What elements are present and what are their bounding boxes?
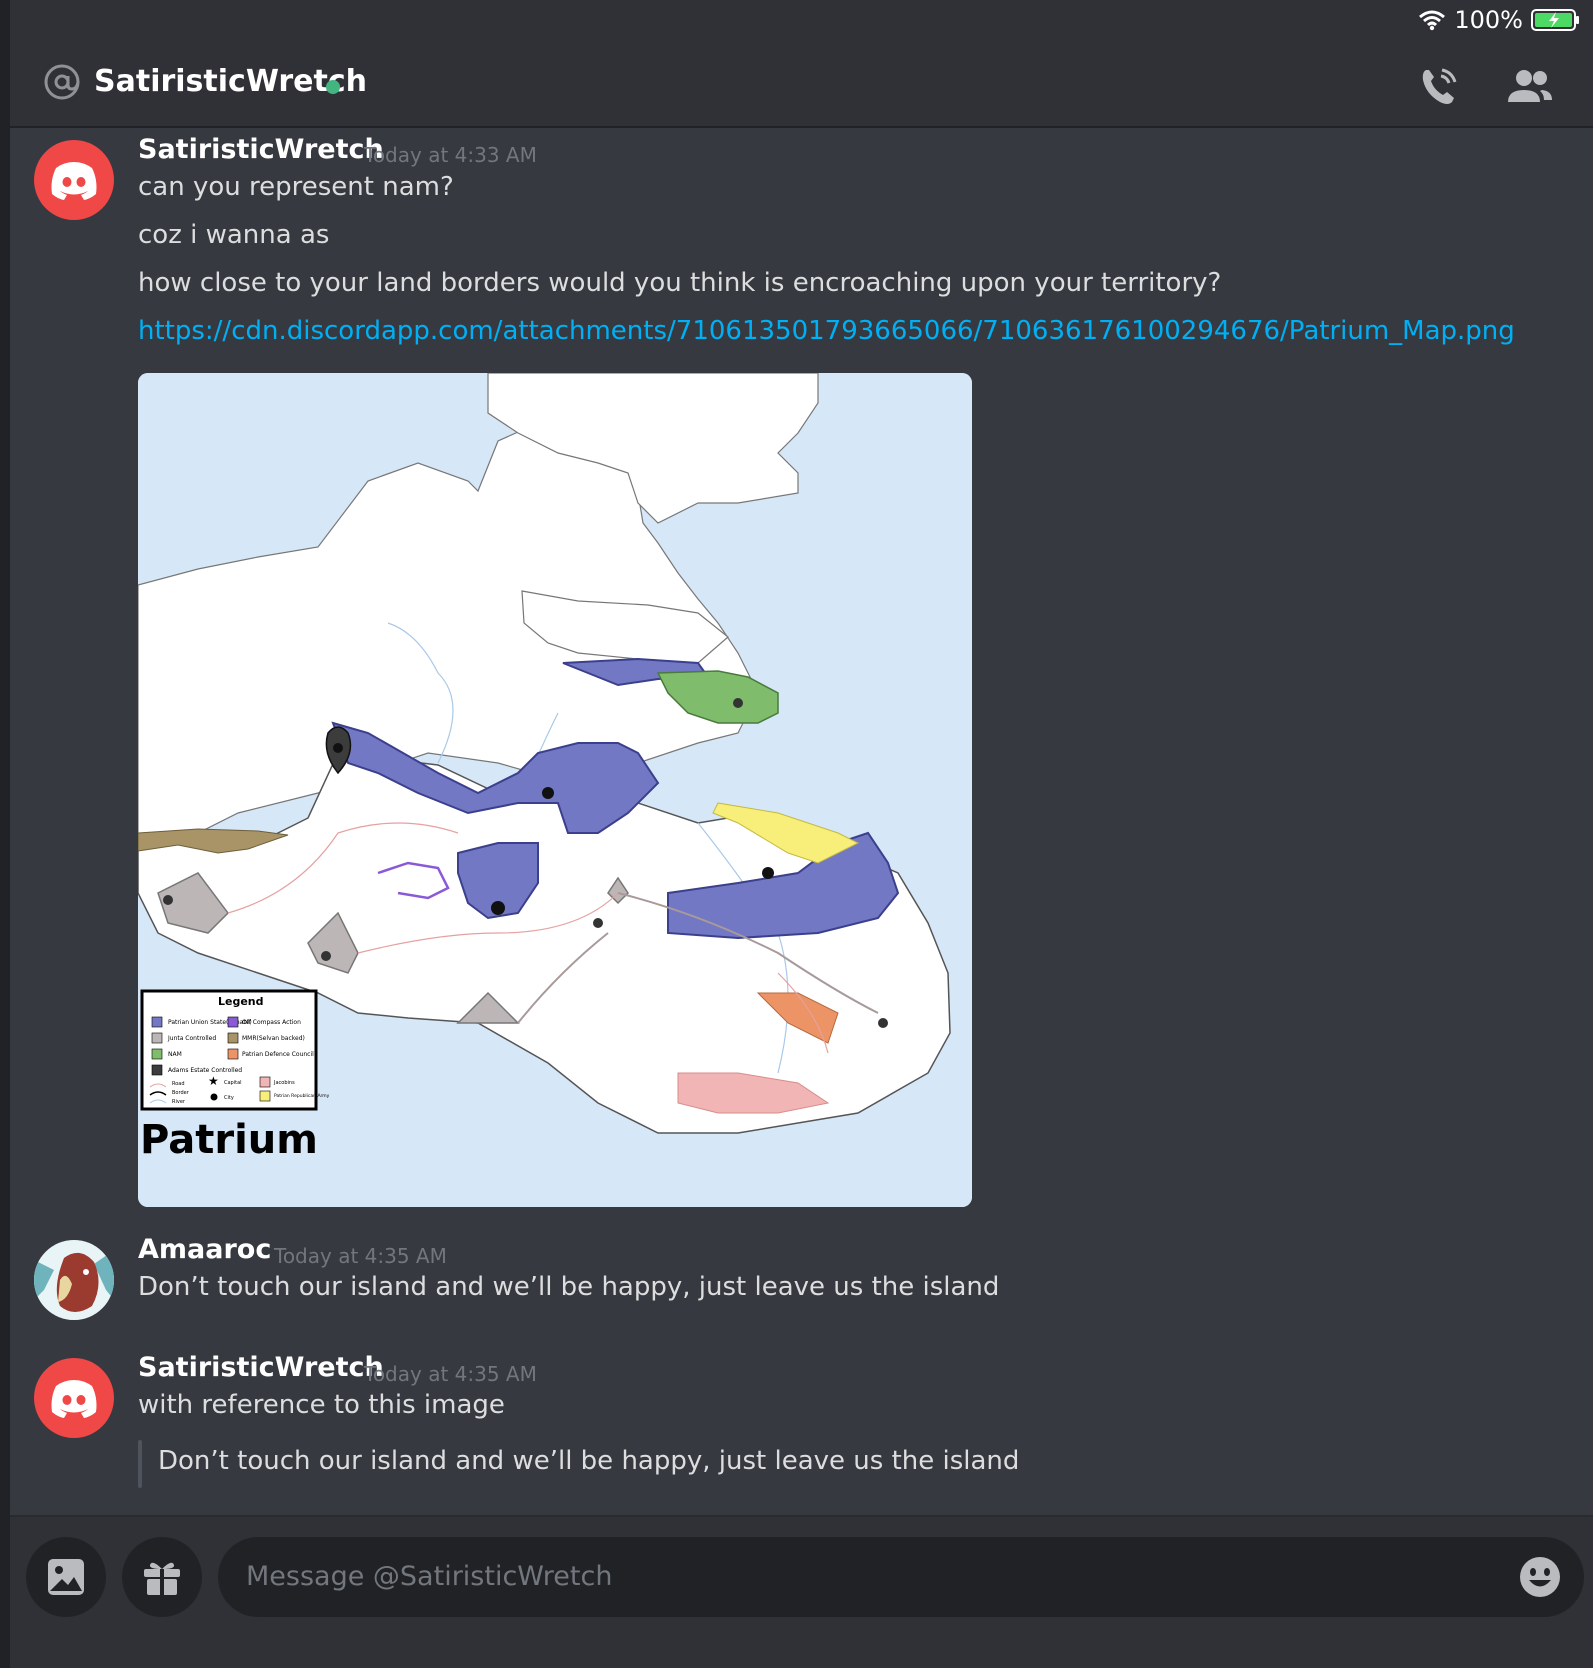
attachment-link[interactable]: https://cdn.discordapp.com/attachments/7…: [138, 316, 1515, 346]
legend-item-label: Patrian Republican Army: [274, 1093, 330, 1099]
legend-item-label: Adams Estate Controlled: [168, 1067, 242, 1074]
message-text: Don’t touch our island and we’ll be happ…: [138, 1272, 1000, 1302]
discord-logo-icon: [51, 1380, 97, 1418]
online-status-dot: [326, 80, 340, 94]
legend-item-label: Off Compass Action: [242, 1019, 301, 1026]
upload-image-button[interactable]: [26, 1537, 106, 1617]
legend-item-label: NAM: [168, 1051, 182, 1058]
message-text: can you represent nam?: [138, 172, 454, 202]
map-title: Patrium: [140, 1117, 318, 1163]
message-author[interactable]: SatiristicWretch: [138, 1352, 384, 1383]
legend-item-label: MMR(Selvan backed): [242, 1035, 305, 1042]
avatar[interactable]: [34, 1240, 114, 1320]
gift-button[interactable]: [122, 1537, 202, 1617]
message-composer: Message @SatiristicWretch: [10, 1515, 1593, 1668]
battery-percent: 100%: [1454, 6, 1523, 34]
legend-title: Legend: [218, 995, 264, 1008]
discord-app: 100% SatiristicWretch SatiristicWretch T…: [10, 0, 1593, 1668]
legend-symbol-label: City: [224, 1095, 234, 1101]
legend-symbol-label: Road: [172, 1081, 185, 1087]
legend-item-label: Patrian Defence Council: [242, 1051, 314, 1058]
channel-header: SatiristicWretch: [10, 40, 1593, 128]
discord-logo-icon: [51, 162, 97, 200]
legend-symbol-label: River: [172, 1099, 186, 1105]
message-author[interactable]: SatiristicWretch: [138, 134, 384, 165]
members-icon[interactable]: [1506, 66, 1554, 106]
message-author[interactable]: Amaaroc: [138, 1234, 271, 1265]
message-timestamp: Today at 4:35 AM: [364, 1362, 537, 1386]
patrium-map: Legend Patrian Union State(Senate) Off C…: [138, 373, 972, 1207]
legend-item-label: Jacobins: [273, 1080, 295, 1086]
battery-icon: [1531, 9, 1579, 31]
channel-title: SatiristicWretch: [94, 64, 368, 99]
message-item: SatiristicWretch Today at 4:33 AM can yo…: [10, 130, 1593, 1210]
message-text: how close to your land borders would you…: [138, 268, 1222, 298]
legend-item-label: Junta Controlled: [167, 1035, 216, 1042]
at-sign-icon: [44, 64, 80, 100]
legend-symbol-label: Capital: [224, 1080, 242, 1086]
image-icon: [48, 1559, 84, 1595]
voice-call-icon[interactable]: [1418, 64, 1462, 108]
attachment-image[interactable]: Legend Patrian Union State(Senate) Off C…: [138, 373, 972, 1207]
message-item: Amaaroc Today at 4:35 AM Don’t touch our…: [10, 1234, 1593, 1350]
legend-symbol-label: Border: [172, 1090, 190, 1096]
message-text: with reference to this image: [138, 1390, 505, 1420]
message-input-placeholder: Message @SatiristicWretch: [246, 1561, 613, 1592]
message-list: SatiristicWretch Today at 4:33 AM can yo…: [10, 130, 1593, 1515]
emoji-icon[interactable]: [1518, 1555, 1562, 1599]
map-legend: Legend Patrian Union State(Senate) Off C…: [140, 989, 330, 1111]
legend-item-label: Patrian Union State(Senate): [168, 1019, 252, 1026]
message-item: SatiristicWretch Today at 4:35 AM with r…: [10, 1352, 1593, 1515]
gift-icon: [144, 1562, 180, 1595]
blockquote-text: Don’t touch our island and we’ll be happ…: [158, 1446, 1020, 1476]
status-bar: 100%: [10, 0, 1593, 40]
user-avatar-image: [34, 1240, 114, 1320]
message-text: coz i wanna as: [138, 220, 330, 250]
message-input[interactable]: Message @SatiristicWretch: [218, 1537, 1584, 1617]
message-timestamp: Today at 4:35 AM: [274, 1244, 447, 1268]
star-icon: ★: [208, 1074, 219, 1088]
avatar[interactable]: [34, 140, 114, 220]
message-timestamp: Today at 4:33 AM: [364, 143, 537, 167]
blockquote-bar: [138, 1440, 142, 1488]
wifi-icon: [1419, 10, 1446, 31]
avatar[interactable]: [34, 1358, 114, 1438]
